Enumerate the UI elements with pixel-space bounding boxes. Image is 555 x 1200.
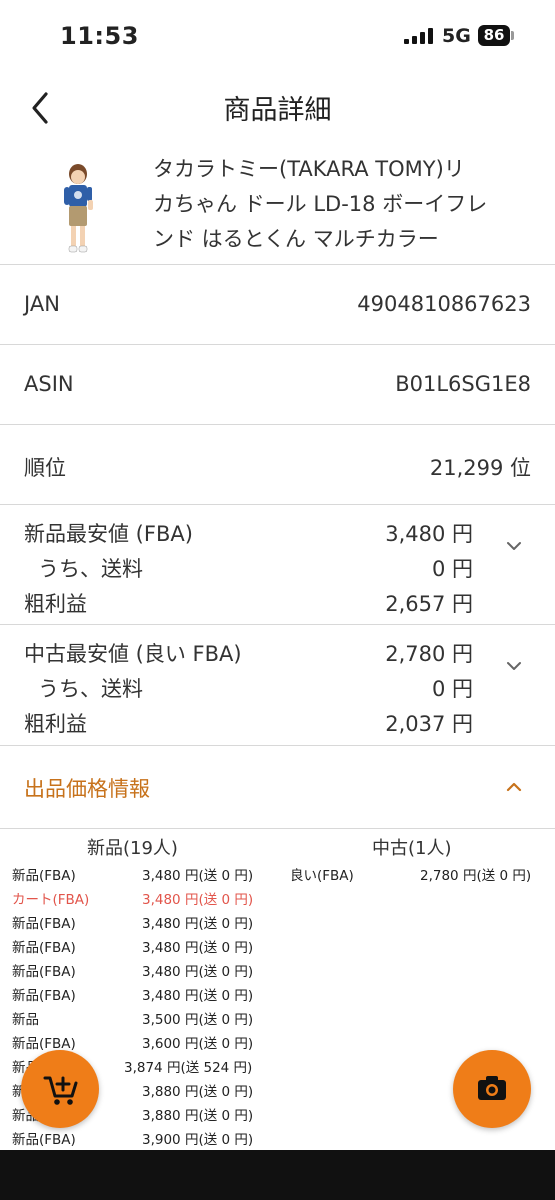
used-price-value: 2,780 円 bbox=[385, 642, 473, 666]
listing-section-title: 出品価格情報 bbox=[24, 777, 150, 801]
product-name: タカラトミー(TAKARA TOMY)リ カちゃん ドール LD-18 ボーイフ… bbox=[153, 152, 533, 257]
asin-value: B01L6SG1E8 bbox=[395, 372, 531, 396]
add-cart-icon bbox=[43, 1076, 78, 1105]
page-title: 商品詳細 bbox=[223, 95, 332, 126]
product-header: タカラトミー(TAKARA TOMY)リ カちゃん ドール LD-18 ボーイフ… bbox=[0, 148, 555, 264]
offer-price: 3,480 円(送 0 円) bbox=[142, 868, 254, 884]
rank-label: 順位 bbox=[24, 456, 66, 480]
battery-tip bbox=[511, 31, 514, 40]
jan-value: 4904810867623 bbox=[357, 292, 531, 316]
used-price-title: 中古最安値 (良い FBA) bbox=[24, 642, 242, 666]
chevron-down-icon[interactable] bbox=[503, 535, 525, 557]
chevron-up-icon[interactable] bbox=[503, 776, 525, 798]
offer-condition: 新品(FBA) bbox=[12, 1132, 76, 1148]
add-to-cart-button[interactable] bbox=[21, 1050, 99, 1128]
offer-condition: 新品 bbox=[12, 1012, 39, 1028]
new-profit-label: 粗利益 bbox=[24, 592, 87, 616]
offer-condition: 新品(FBA) bbox=[12, 964, 76, 980]
new-profit-value: 2,657 円 bbox=[385, 592, 473, 616]
new-price-value: 3,480 円 bbox=[385, 522, 473, 546]
offer-condition: 新品(FBA) bbox=[12, 988, 76, 1004]
used-offer-price: 2,780 円(送 0 円) bbox=[420, 868, 532, 884]
nav-bar: 商品詳細 bbox=[0, 70, 555, 146]
product-name-line: タカラトミー(TAKARA TOMY)リ bbox=[153, 157, 465, 181]
offer-price-cart: 3,480 円(送 0 円) bbox=[142, 892, 254, 908]
offer-price: 3,900 円(送 0 円) bbox=[142, 1132, 254, 1148]
status-bar: 11:53 5G 86 bbox=[0, 0, 555, 70]
offer-price: 3,500 円(送 0 円) bbox=[142, 1012, 254, 1028]
offer-price: 3,874 円(送 524 円) bbox=[124, 1060, 253, 1076]
new-shipping-value: 0 円 bbox=[431, 557, 473, 581]
new-price-title: 新品最安値 (FBA) bbox=[24, 522, 193, 546]
camera-scan-button[interactable] bbox=[453, 1050, 531, 1128]
offer-price: 3,480 円(送 0 円) bbox=[142, 940, 254, 956]
status-time: 11:53 bbox=[60, 22, 139, 50]
offer-condition-cart: カート(FBA) bbox=[12, 892, 90, 908]
rank-value: 21,299 位 bbox=[429, 456, 531, 480]
new-offers-header: 新品(19人) bbox=[87, 838, 178, 859]
new-price-row[interactable]: 新品最安値 (FBA) 3,480 円 うち、送料 0 円 粗利益 2,657 … bbox=[0, 504, 555, 625]
used-shipping-value: 0 円 bbox=[431, 677, 473, 701]
product-image bbox=[64, 164, 93, 253]
rank-row: 順位 21,299 位 bbox=[0, 424, 555, 505]
used-offer-condition: 良い(FBA) bbox=[290, 868, 354, 884]
chevron-down-icon[interactable] bbox=[503, 655, 525, 677]
camera-icon bbox=[478, 1076, 506, 1100]
asin-row: ASIN B01L6SG1E8 bbox=[0, 344, 555, 425]
used-price-row[interactable]: 中古最安値 (良い FBA) 2,780 円 うち、送料 0 円 粗利益 2,0… bbox=[0, 624, 555, 746]
offer-price: 3,880 円(送 0 円) bbox=[142, 1108, 254, 1124]
asin-label: ASIN bbox=[24, 372, 74, 396]
jan-row: JAN 4904810867623 bbox=[0, 264, 555, 345]
product-name-line: カちゃん ドール LD-18 ボーイフレ bbox=[153, 192, 488, 216]
network-label: 5G bbox=[442, 25, 471, 47]
bottom-bar bbox=[0, 1150, 555, 1200]
offer-price: 3,480 円(送 0 円) bbox=[142, 916, 254, 932]
used-offers-header: 中古(1人) bbox=[372, 838, 452, 859]
used-profit-value: 2,037 円 bbox=[385, 712, 473, 736]
jan-label: JAN bbox=[24, 292, 60, 316]
listing-section-header[interactable]: 出品価格情報 bbox=[0, 745, 555, 829]
offer-condition: 新品(FBA) bbox=[12, 868, 76, 884]
offer-price: 3,480 円(送 0 円) bbox=[142, 964, 254, 980]
offer-condition: 新品(FBA) bbox=[12, 1036, 76, 1052]
offer-price: 3,480 円(送 0 円) bbox=[142, 988, 254, 1004]
offer-condition: 新品(FBA) bbox=[12, 916, 76, 932]
used-profit-label: 粗利益 bbox=[24, 712, 87, 736]
offer-condition: 新品(FBA) bbox=[12, 940, 76, 956]
new-shipping-label: うち、送料 bbox=[38, 557, 143, 581]
product-name-line: ンド はるとくん マルチカラー bbox=[153, 227, 439, 251]
used-shipping-label: うち、送料 bbox=[38, 677, 143, 701]
battery-icon: 86 bbox=[478, 25, 510, 46]
signal-icon bbox=[404, 28, 433, 44]
offer-price: 3,880 円(送 0 円) bbox=[142, 1084, 254, 1100]
offer-price: 3,600 円(送 0 円) bbox=[142, 1036, 254, 1052]
